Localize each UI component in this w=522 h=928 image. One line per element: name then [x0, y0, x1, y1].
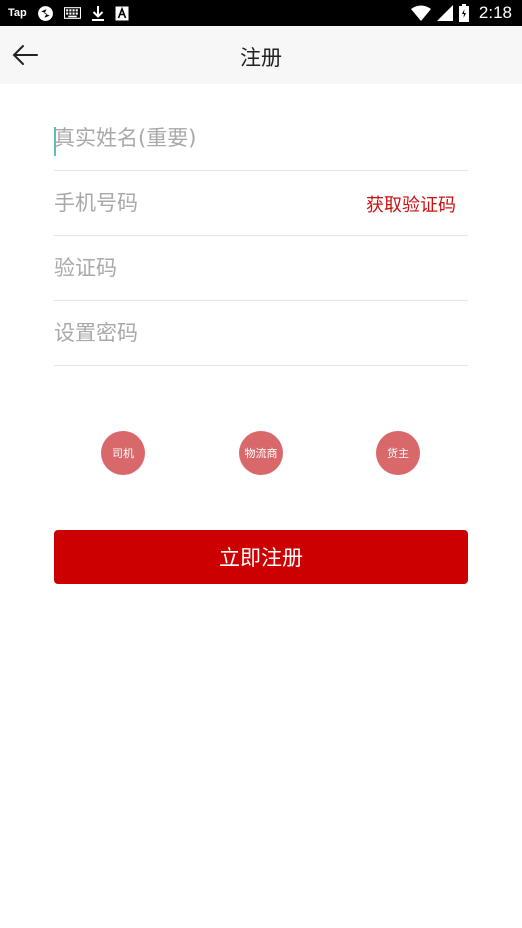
cell-signal-icon	[436, 5, 453, 21]
phone-row: 获取验证码	[54, 171, 468, 236]
verification-code-input[interactable]	[54, 236, 354, 300]
register-now-button[interactable]: 立即注册	[54, 530, 468, 584]
status-time: 2:18	[478, 3, 512, 22]
password-row	[54, 301, 468, 366]
page-title: 注册	[240, 46, 282, 70]
app-sync-icon	[37, 5, 54, 22]
title-bar: 注册	[0, 26, 522, 84]
status-bar: Tap 2:18	[0, 0, 522, 26]
role-shipper-button[interactable]: 货主	[376, 431, 420, 475]
name-row	[54, 106, 468, 171]
wifi-icon	[410, 5, 431, 21]
get-code-button[interactable]: 获取验证码	[366, 191, 456, 217]
phone-input[interactable]	[54, 171, 354, 235]
code-row	[54, 236, 468, 301]
download-icon	[91, 5, 105, 22]
password-input[interactable]	[54, 301, 354, 365]
role-driver-button[interactable]: 司机	[101, 431, 145, 475]
real-name-input[interactable]	[54, 106, 354, 170]
role-selector: 司机 物流商 货主	[0, 431, 522, 476]
role-logistics-button[interactable]: 物流商	[239, 431, 283, 475]
keyboard-icon	[63, 7, 81, 19]
font-a-icon	[115, 6, 129, 21]
status-app-label: Tap	[8, 7, 27, 19]
register-form: 获取验证码	[54, 106, 468, 366]
battery-icon	[458, 4, 469, 22]
